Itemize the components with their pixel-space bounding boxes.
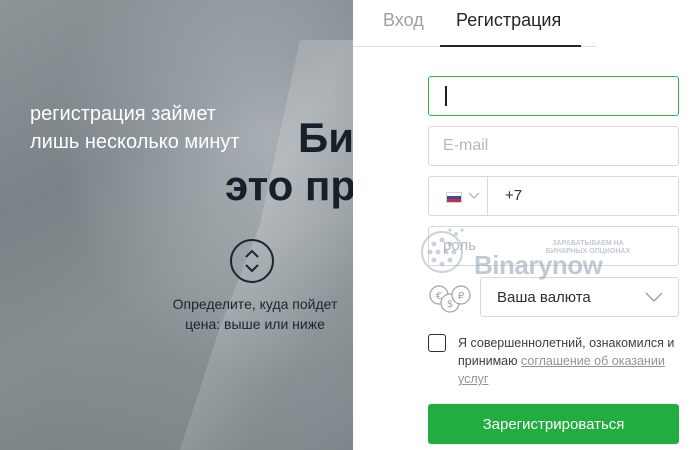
consent-checkbox[interactable] (428, 334, 446, 352)
chevron-down-icon (468, 192, 480, 199)
chevron-down-icon (645, 292, 663, 302)
name-input[interactable] (428, 76, 679, 116)
hint-line-2: цена: выше или ниже (185, 316, 325, 332)
svg-text:$: $ (447, 299, 453, 310)
svg-text:₽: ₽ (458, 291, 465, 302)
currency-coins-icon: € $ ₽ (429, 285, 471, 313)
watermark-slogan-line-1: ЗАРАБАТЫВАЕМ НА (552, 240, 624, 247)
email-input[interactable] (428, 126, 679, 166)
tab-registration[interactable]: Регистрация (456, 10, 561, 31)
hero-heading-line-2: это пр (225, 162, 353, 209)
watermark-globe-icon (421, 228, 464, 273)
currency-select-label: Ваша валюта (497, 289, 591, 306)
tab-login[interactable]: Вход (383, 10, 424, 31)
active-tab-indicator (440, 45, 581, 47)
hero-heading: Би это пр (225, 114, 353, 214)
phone-field: +7 (428, 176, 679, 216)
russia-flag-icon (446, 192, 462, 203)
consent-text: Я совершеннолетний, ознакомился и приним… (458, 334, 683, 388)
text-cursor (445, 86, 447, 106)
direction-hint: Определите, куда пойдет цена: выше или н… (160, 294, 350, 334)
hero-heading-line-1: Би (298, 114, 353, 161)
watermark-brand: Binarynow (474, 250, 603, 280)
currency-select[interactable]: Ваша валюта (480, 277, 679, 317)
country-code-selector[interactable] (429, 177, 488, 215)
binarynow-watermark: ЗАРАБАТЫВАЕМ НА БИНАРНЫХ ОПЦИОНАХ Binary… (416, 222, 630, 282)
register-button[interactable]: Зарегистрироваться (428, 404, 679, 444)
phone-input[interactable]: +7 (505, 187, 522, 204)
hint-line-1: Определите, куда пойдет (172, 296, 338, 312)
up-down-arrows-icon (230, 239, 274, 283)
auth-tabs: Вход Регистрация (353, 0, 596, 47)
